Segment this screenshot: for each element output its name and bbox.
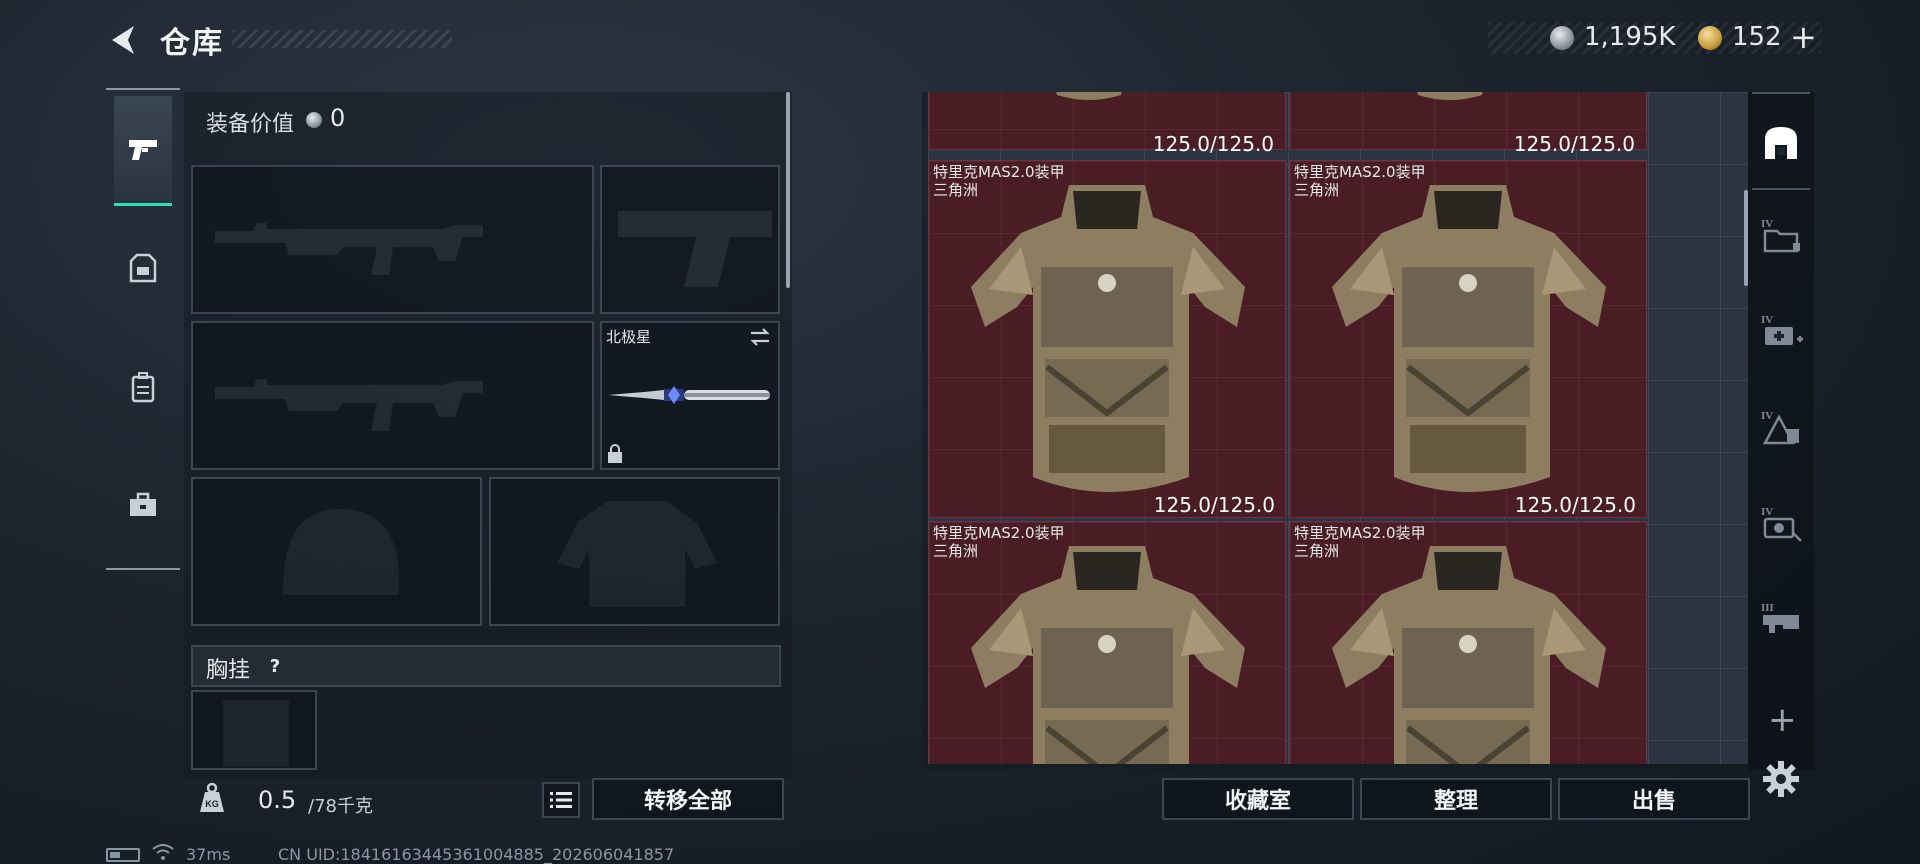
side-tab-weapons[interactable]: III — [1752, 584, 1810, 654]
safe-house-icon — [1765, 127, 1797, 159]
pistol-silhouette-icon — [618, 211, 772, 287]
armor-vest-icon — [129, 253, 157, 283]
rifle-silhouette-icon — [215, 379, 483, 431]
lock-icon — [608, 444, 622, 463]
chest-rig-silhouette-icon — [223, 700, 289, 766]
svg-text:IV: IV — [1761, 410, 1773, 422]
rail-tab-backpack[interactable] — [114, 332, 172, 442]
storage-item-armor[interactable]: 特里克MAS2.0装甲 三角洲 125.0/125.0 — [1289, 160, 1647, 518]
pistol-icon — [129, 139, 157, 160]
rail-tab-weapons[interactable] — [114, 96, 172, 206]
side-rail-divider — [1752, 92, 1810, 94]
svg-text:IV: IV — [1761, 506, 1773, 518]
item-durability: 125.0/125.0 — [1152, 132, 1274, 156]
silver-coin-icon — [1550, 26, 1574, 50]
side-tab-gear[interactable]: IV — [1752, 488, 1810, 558]
side-tab-storage[interactable]: IV — [1752, 200, 1810, 270]
helmet-silhouette-icon — [283, 509, 399, 595]
armor-vest-image — [1056, 92, 1122, 100]
svg-text:IV: IV — [1761, 218, 1773, 230]
storage-grid[interactable]: 125.0/125.0 125.0/125.0 特里克MAS2.0装甲 三角洲 … — [928, 92, 1748, 764]
help-icon[interactable]: ? — [262, 654, 288, 680]
side-tab-safehouse[interactable] — [1752, 108, 1810, 178]
back-button[interactable] — [106, 22, 142, 58]
storage-item-armor[interactable]: 特里克MAS2.0装甲 三角洲 — [928, 521, 1286, 764]
storage-item-armor[interactable]: 特里克MAS2.0装甲 三角洲 125.0/125.0 — [928, 160, 1286, 518]
armor-silhouette-icon — [557, 501, 717, 607]
title-decoration — [232, 30, 452, 48]
list-icon — [550, 792, 572, 808]
gear-case-icon: IV — [1761, 506, 1802, 542]
rail-tab-toolbox[interactable] — [114, 450, 172, 560]
sell-button[interactable]: 出售 — [1558, 778, 1750, 820]
armor-vest-image — [1417, 92, 1483, 100]
armor-vest-image — [1332, 546, 1606, 764]
secondary-weapon-slot[interactable] — [191, 321, 594, 470]
loadout-scrollbar[interactable] — [786, 92, 790, 288]
chest-rig-label: 胸挂 — [206, 658, 251, 683]
silver-coin-icon — [306, 112, 322, 128]
settings-gear-icon[interactable] — [1762, 760, 1800, 798]
pistol-slot[interactable] — [600, 165, 780, 314]
battery-level — [110, 852, 120, 858]
equip-value-amount: 0 — [330, 104, 346, 132]
helmet-slot[interactable] — [191, 477, 482, 626]
rail-tab-armor[interactable] — [114, 214, 172, 324]
weight-current: 0.5 — [258, 786, 297, 814]
armor-vest-image — [1332, 185, 1606, 492]
sort-button[interactable]: 整理 — [1360, 778, 1552, 820]
toolbox-icon — [130, 492, 156, 516]
weight-max: /78千克 — [308, 796, 373, 817]
weight-icon: KG — [200, 782, 224, 812]
storage-item-armor[interactable]: 特里克MAS2.0装甲 三角洲 — [1289, 521, 1647, 764]
chest-rig-slot[interactable] — [191, 690, 317, 770]
primary-weapon-slot[interactable] — [191, 165, 594, 314]
user-uid: CN UID:18416163445361004885_202606041857 — [278, 845, 675, 864]
swap-icon[interactable] — [748, 326, 772, 348]
side-tab-ammo[interactable]: IV — [1752, 392, 1810, 462]
rail-divider-top — [106, 88, 180, 90]
side-tab-medical[interactable]: IV — [1752, 296, 1810, 366]
medical-case-icon: IV — [1761, 314, 1803, 345]
backpack-icon — [131, 372, 155, 403]
melee-weapon-name: 北极星 — [606, 328, 652, 346]
collection-room-button[interactable]: 收藏室 — [1162, 778, 1354, 820]
ping-value: 37ms — [186, 845, 231, 864]
ammo-box-icon: IV — [1761, 410, 1799, 445]
storage-folder-icon: IV — [1761, 218, 1800, 253]
add-storage-button[interactable]: + — [1768, 700, 1797, 740]
svg-text:IV: IV — [1761, 314, 1773, 326]
equip-value-label: 装备价值 — [206, 112, 295, 137]
armor-vest-image — [971, 185, 1245, 492]
gold-coin-icon — [1698, 26, 1722, 50]
gold-currency-value: 152 — [1732, 22, 1782, 52]
silver-currency-value: 1,195K — [1584, 22, 1676, 52]
armor-vest-image — [971, 546, 1245, 764]
rifle-silhouette-icon — [215, 223, 483, 275]
side-rail-divider — [1752, 188, 1810, 190]
item-durability: 125.0/125.0 — [1513, 132, 1635, 156]
weapon-case-icon: III — [1761, 602, 1799, 633]
item-durability: 125.0/125.0 — [1153, 493, 1275, 517]
page-title: 仓库 — [160, 26, 224, 61]
item-durability: 125.0/125.0 — [1514, 493, 1636, 517]
wifi-icon — [152, 844, 174, 860]
add-currency-button[interactable]: + — [1790, 18, 1817, 56]
rail-divider-bottom — [106, 568, 180, 570]
weight-icon-text: KG — [205, 799, 219, 809]
transfer-all-button[interactable]: 转移全部 — [592, 778, 784, 820]
svg-text:III: III — [1761, 602, 1774, 614]
body-armor-slot[interactable] — [489, 477, 780, 626]
knife-image — [608, 386, 770, 404]
list-view-button[interactable] — [542, 782, 580, 818]
